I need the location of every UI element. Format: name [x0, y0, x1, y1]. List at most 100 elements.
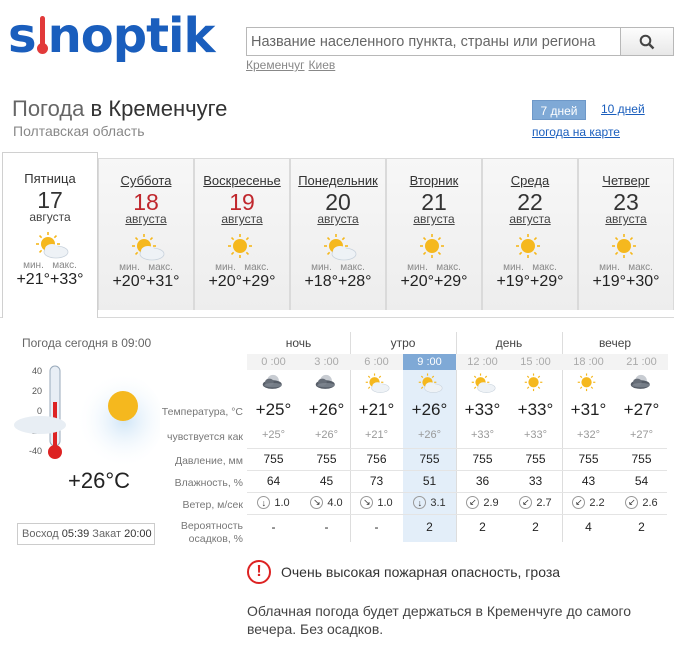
min-label: мин.	[407, 262, 428, 273]
search-button[interactable]	[620, 27, 674, 56]
row-label-precip: Вероятность осадков, %	[180, 520, 243, 545]
day-month: августа	[509, 212, 551, 226]
wind-direction-icon: ↙	[466, 496, 480, 509]
wind-value: 1.0	[377, 496, 393, 509]
region-name: Полтавская область	[13, 123, 145, 139]
day-tab-22[interactable]: Среда 22 августа мин. макс. +19°+29°	[482, 158, 578, 310]
day-month: августа	[221, 212, 263, 226]
min-temp: +19°	[592, 273, 626, 290]
sunset-label: Закат	[92, 528, 122, 540]
hour-header: 15 :00	[509, 354, 562, 370]
precip-cell: -	[374, 520, 379, 534]
hour-header: 0 :00	[247, 354, 300, 370]
hour-icon	[259, 372, 287, 394]
day-month: августа	[125, 212, 167, 226]
current-weather-panel: Погода сегодня в 09:00 40 20 0 -20 -40 +…	[0, 320, 245, 630]
wind-direction-icon: ↙	[519, 496, 533, 509]
max-temp: +28°	[338, 273, 372, 290]
precip-cell: 2	[426, 520, 433, 534]
feels-cell: +26°	[417, 429, 442, 441]
temperature-cell: +33°	[464, 400, 501, 419]
hour-header: 21 :00	[615, 354, 668, 370]
wind-cell: ↙ 2.9	[456, 496, 509, 509]
wind-cell: ↘ 1.0	[350, 496, 403, 509]
hour-header: 3 :00	[300, 354, 353, 370]
max-label: макс.	[532, 262, 557, 273]
map-link[interactable]: погода на карте	[532, 125, 620, 139]
wind-direction-icon: ↘	[310, 496, 324, 509]
max-temp: +29°	[530, 273, 564, 290]
day-tab-17[interactable]: Пятница 17 августа мин. макс. +21°+33°	[2, 152, 98, 318]
recent-city-link[interactable]: Киев	[309, 58, 336, 72]
weather-alert: ! Очень высокая пожарная опасность, гроз…	[247, 560, 560, 584]
period-2: день	[495, 336, 523, 350]
precip-cell: 2	[479, 520, 486, 534]
sun-icon	[612, 234, 636, 258]
day-tab-23[interactable]: Четверг 23 августа мин. макс. +19°+30°	[578, 158, 674, 310]
feels-cell: +21°	[364, 429, 389, 441]
day-name: Четверг	[602, 173, 650, 188]
max-temp: +31°	[146, 273, 180, 290]
thermometer-logo-icon	[36, 10, 48, 54]
search-input[interactable]: Название населенного пункта, страны или …	[246, 27, 620, 56]
humidity-cell: 73	[369, 474, 384, 488]
day-number: 21	[421, 189, 447, 215]
tab-10-days[interactable]: 10 дней	[601, 102, 645, 116]
sun-icon	[420, 234, 444, 258]
wind-cell: ↙ 2.6	[615, 496, 668, 509]
row-label-humidity: Влажность, %	[174, 477, 243, 489]
wind-value: 2.6	[642, 496, 658, 509]
tab-7-days[interactable]: 7 дней	[532, 100, 586, 120]
max-temp: +30°	[626, 273, 660, 290]
day-temps: +20°+29°	[195, 273, 289, 291]
recent-city-link[interactable]: Кременчуг	[246, 58, 305, 72]
wind-value: 3.1	[430, 496, 446, 509]
temperature-cell: +31°	[570, 400, 607, 419]
sunrise-time: 05:39	[61, 528, 90, 540]
feels-cell: +27°	[629, 429, 654, 441]
min-label: мин.	[599, 262, 620, 273]
page-title: Погода в Кременчуге	[12, 96, 227, 122]
pressure-cell: 755	[472, 452, 493, 466]
max-label: макс.	[52, 260, 77, 271]
partly-cloudy-icon	[36, 232, 69, 259]
row-separator	[247, 514, 667, 515]
sun-cloud-large-icon	[14, 372, 160, 468]
day-icon	[606, 232, 646, 262]
day-tab-19[interactable]: Воскресенье 19 августа мин. макс. +20°+29°	[194, 158, 290, 310]
row-label-pressure: Давление, мм	[174, 455, 243, 467]
hour-header: 18 :00	[562, 354, 615, 370]
day-number: 17	[37, 187, 63, 213]
min-temp: +20°	[208, 273, 242, 290]
hour-icon	[362, 372, 390, 394]
partly-cloudy-icon	[365, 373, 390, 393]
humidity-cell: 36	[475, 474, 490, 488]
max-label: макс.	[148, 262, 173, 273]
min-label: мин.	[23, 260, 44, 271]
temperature-cell: +25°	[255, 400, 292, 419]
pressure-cell: 755	[263, 452, 284, 466]
day-month: августа	[605, 212, 647, 226]
sinoptik-logo[interactable]: s noptik	[8, 6, 215, 66]
row-label-feels: чувствуется как	[166, 431, 243, 443]
feels-cell: +33°	[470, 429, 495, 441]
humidity-cell: 64	[266, 474, 281, 488]
sun-icon	[516, 234, 540, 258]
search-icon	[639, 34, 655, 49]
precip-cell: 4	[585, 520, 592, 534]
day-tab-21[interactable]: Вторник 21 августа мин. макс. +20°+29°	[386, 158, 482, 310]
temperature-cell: +26°	[308, 400, 345, 419]
day-tab-20[interactable]: Понедельник 20 августа мин. макс. +18°+28°	[290, 158, 386, 310]
hour-icon	[521, 372, 549, 394]
wind-direction-icon: ↘	[360, 496, 374, 509]
hour-icon	[415, 372, 443, 394]
hour-icon	[627, 372, 655, 394]
max-label: макс.	[436, 262, 461, 273]
recent-cities: Кременчуг Киев	[246, 58, 339, 72]
precip-cell: -	[271, 520, 276, 534]
day-temps: +18°+28°	[291, 273, 385, 291]
pressure-cell: 755	[419, 452, 440, 466]
day-tab-18[interactable]: Суббота 18 августа мин. макс. +20°+31°	[98, 158, 194, 310]
alert-text: Очень высокая пожарная опасность, гроза	[281, 564, 561, 580]
wind-value: 2.2	[589, 496, 605, 509]
